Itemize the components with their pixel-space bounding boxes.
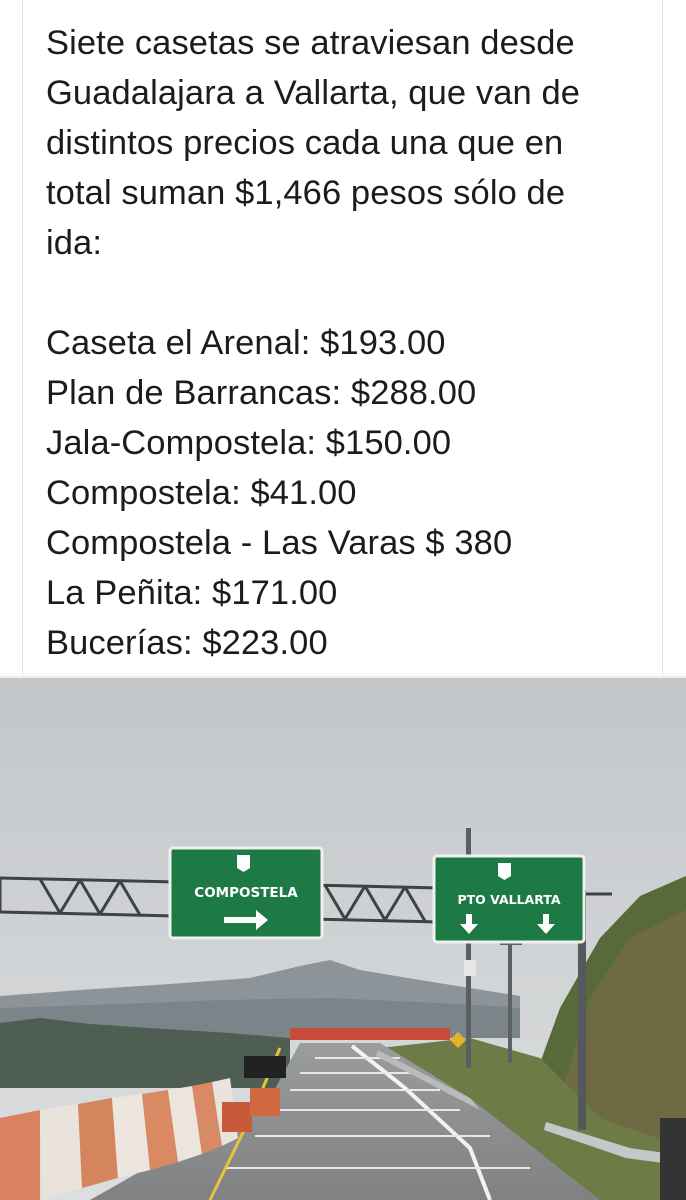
post-text-card: Siete casetas se atraviesan desde Guadal…: [0, 0, 686, 678]
intro-line: ida:: [46, 224, 103, 262]
toll-item: Compostela - Las Varas $ 380: [46, 524, 513, 562]
toll-item: Jala-Compostela: $150.00: [46, 424, 452, 462]
toll-item: Bucerías: $223.00: [46, 624, 328, 662]
intro-line: Guadalajara a Vallarta, que van de: [46, 74, 581, 112]
barrier: [290, 1028, 450, 1040]
sign-compostela: COMPOSTELA: [168, 846, 324, 940]
chevron-board: [244, 1056, 286, 1078]
toll-item: La Peñita: $171.00: [46, 574, 338, 612]
sign-label: PTO VALLARTA: [457, 892, 560, 907]
intro-line: distintos precios cada una que en: [46, 124, 564, 162]
post: Siete casetas se atraviesan desde Guadal…: [0, 0, 686, 1200]
sign-label: COMPOSTELA: [194, 885, 298, 901]
toll-item: Compostela: $41.00: [46, 474, 357, 512]
sign-pto-vallarta: PTO VALLARTA: [432, 854, 586, 944]
card-border: [662, 0, 663, 678]
chevron-board: [660, 1118, 686, 1200]
highway-photo[interactable]: COMPOSTELA PTO VALLARTA: [0, 678, 686, 1200]
utility-pole: [508, 943, 512, 1063]
toll-item: Caseta el Arenal: $193.00: [46, 324, 446, 362]
post-text: Siete casetas se atraviesan desde Guadal…: [46, 18, 656, 668]
toll-item: Plan de Barrancas: $288.00: [46, 374, 477, 412]
card-border: [22, 0, 23, 678]
highway-photo-svg: COMPOSTELA PTO VALLARTA: [0, 678, 686, 1200]
intro-line: total suman $1,466 pesos sólo de: [46, 174, 566, 212]
small-sign: [464, 960, 476, 976]
intro-line: Siete casetas se atraviesan desde: [46, 24, 575, 62]
